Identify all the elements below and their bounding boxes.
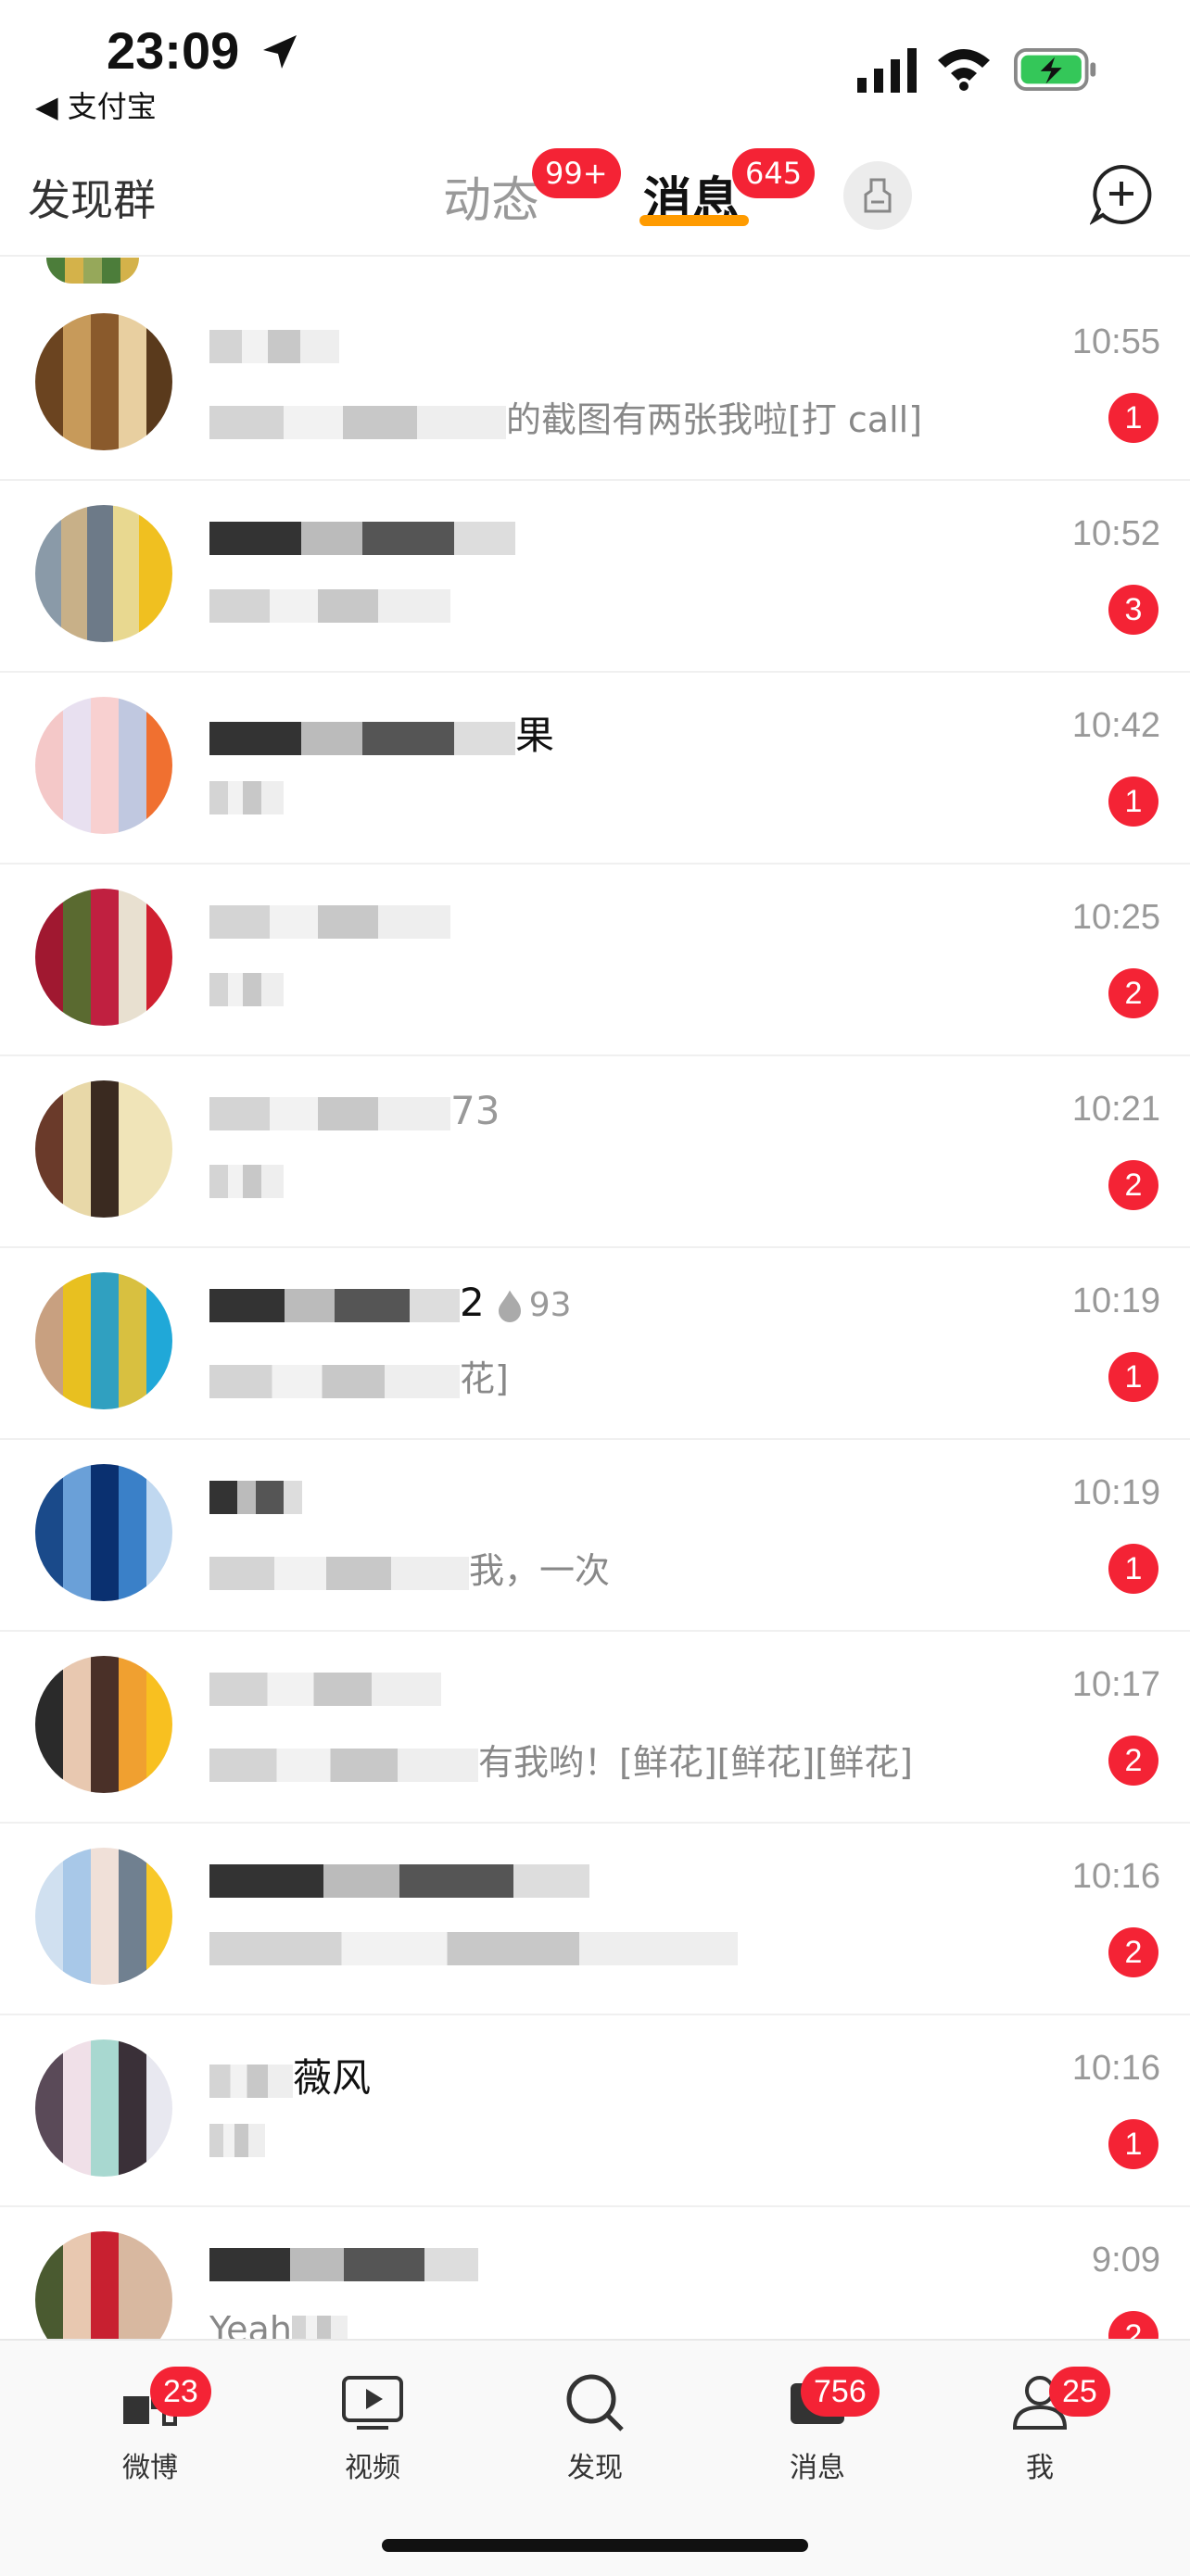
unread-count-badge: 3 [1108, 585, 1158, 635]
message-preview [209, 1926, 738, 1966]
contact-name [209, 2239, 478, 2284]
list-item[interactable]: 果 10:42 1 [0, 671, 1190, 865]
message-time: 10:19 [1071, 1473, 1160, 1512]
tab-me[interactable]: 我 25 [975, 2367, 1110, 2485]
message-preview [209, 2117, 265, 2158]
unread-count-badge: 1 [1108, 1544, 1158, 1594]
new-message-button[interactable] [1090, 163, 1153, 226]
list-item[interactable]: 的截图有两张我啦[打 call] 10:55 1 [0, 287, 1190, 481]
message-time: 10:42 [1071, 706, 1160, 745]
contact-name [209, 896, 450, 941]
unread-count-badge: 2 [1108, 1927, 1158, 1977]
avatar [35, 1080, 172, 1218]
list-item[interactable]: 薇风 10:16 1 [0, 2014, 1190, 2207]
list-item[interactable]: 10:52 3 [0, 479, 1190, 673]
avatar [35, 1464, 172, 1601]
back-to-app-link[interactable]: ◀ 支付宝 [35, 83, 157, 126]
message-preview: 有我哟！[鲜花][鲜花][鲜花] [209, 1734, 913, 1785]
avatar [35, 313, 172, 450]
message-time: 10:17 [1071, 1665, 1160, 1704]
contact-name [209, 321, 339, 366]
unread-count-badge: 2 [1108, 968, 1158, 1018]
avatar [35, 1848, 172, 1985]
message-time: 10:21 [1071, 1090, 1160, 1129]
list-item[interactable]: 我，一次 10:19 1 [0, 1438, 1190, 1632]
search-icon [566, 2374, 624, 2431]
unread-count-badge: 2 [1108, 1160, 1158, 1210]
contact-name: 薇风 [209, 2047, 371, 2103]
unread-count-badge: 1 [1108, 1352, 1158, 1402]
list-item[interactable]: 有我哟！[鲜花][鲜花][鲜花] 10:17 2 [0, 1630, 1190, 1824]
tab-label: 微博 [122, 2452, 178, 2484]
message-preview: 花] [209, 1350, 509, 1401]
contact-name [209, 512, 515, 558]
discover-groups-link[interactable]: 发现群 [28, 167, 156, 228]
avatar [35, 889, 172, 1026]
list-item[interactable]: 73 10:21 2 [0, 1054, 1190, 1248]
message-preview [209, 775, 284, 815]
cellular-signal-icon [857, 48, 917, 93]
tab-weibo[interactable]: 微博 23 [85, 2367, 215, 2485]
battery-charging-icon [1014, 48, 1096, 91]
clear-unread-button[interactable] [843, 161, 912, 230]
message-time: 10:52 [1071, 514, 1160, 553]
contact-name: 果 [209, 704, 554, 761]
tab-badge: 756 [801, 2367, 880, 2417]
broom-icon [864, 178, 892, 213]
avatar [35, 1656, 172, 1793]
tab-feed[interactable]: 动态 [443, 161, 539, 231]
feed-badge: 99+ [532, 148, 621, 198]
tab-label: 视频 [345, 2452, 400, 2484]
message-time: 10:16 [1071, 2049, 1160, 2088]
contact-name [209, 1855, 589, 1900]
contact-name [209, 1471, 302, 1517]
tab-label: 消息 [790, 2452, 845, 2484]
tab-video[interactable]: 视频 [308, 2368, 437, 2485]
messages-badge: 645 [732, 148, 816, 198]
avatar [35, 1272, 172, 1409]
unread-count-badge: 2 [1108, 1736, 1158, 1786]
clock: 23:09 [107, 21, 240, 80]
location-arrow-icon [263, 35, 297, 69]
message-preview [209, 1158, 284, 1199]
avatar [35, 697, 172, 834]
tab-badge: 23 [150, 2367, 211, 2417]
message-preview: 的截图有两张我啦[打 call] [209, 391, 922, 442]
tab-label: 发现 [567, 2452, 623, 2484]
home-indicator[interactable] [382, 2539, 808, 2552]
message-time: 10:19 [1071, 1282, 1160, 1320]
tab-badge: 25 [1049, 2367, 1110, 2417]
fire-icon [498, 1290, 521, 1322]
avatar [35, 505, 172, 642]
active-tab-indicator [639, 215, 749, 226]
unread-count-badge: 1 [1108, 2119, 1158, 2169]
message-preview [209, 583, 450, 624]
message-preview [209, 966, 284, 1007]
message-time: 10:25 [1071, 898, 1160, 937]
message-time: 10:16 [1071, 1857, 1160, 1896]
list-item[interactable]: 10:16 2 [0, 1822, 1190, 2015]
status-bar: 23:09 ◀ 支付宝 [0, 0, 1190, 130]
contact-name [209, 1663, 441, 1709]
tab-label: 我 [1026, 2452, 1054, 2484]
unread-count-badge: 1 [1108, 393, 1158, 443]
video-play-icon [342, 2376, 403, 2430]
contact-name: 2 93 [209, 1280, 572, 1325]
message-time: 9:09 [1092, 2241, 1160, 2279]
tab-messages-bottom[interactable]: 消息 756 [753, 2367, 882, 2485]
tab-discover[interactable]: 发现 [530, 2368, 660, 2485]
message-preview: 我，一次 [209, 1542, 610, 1593]
message-time: 10:55 [1071, 322, 1160, 361]
unread-count-badge: 1 [1108, 777, 1158, 827]
wifi-icon [938, 49, 990, 91]
list-item[interactable]: 2 93 花] 10:19 1 [0, 1246, 1190, 1440]
list-item[interactable]: 10:25 2 [0, 863, 1190, 1056]
avatar [35, 2039, 172, 2177]
contact-name: 73 [209, 1088, 500, 1133]
avatar [46, 258, 139, 284]
